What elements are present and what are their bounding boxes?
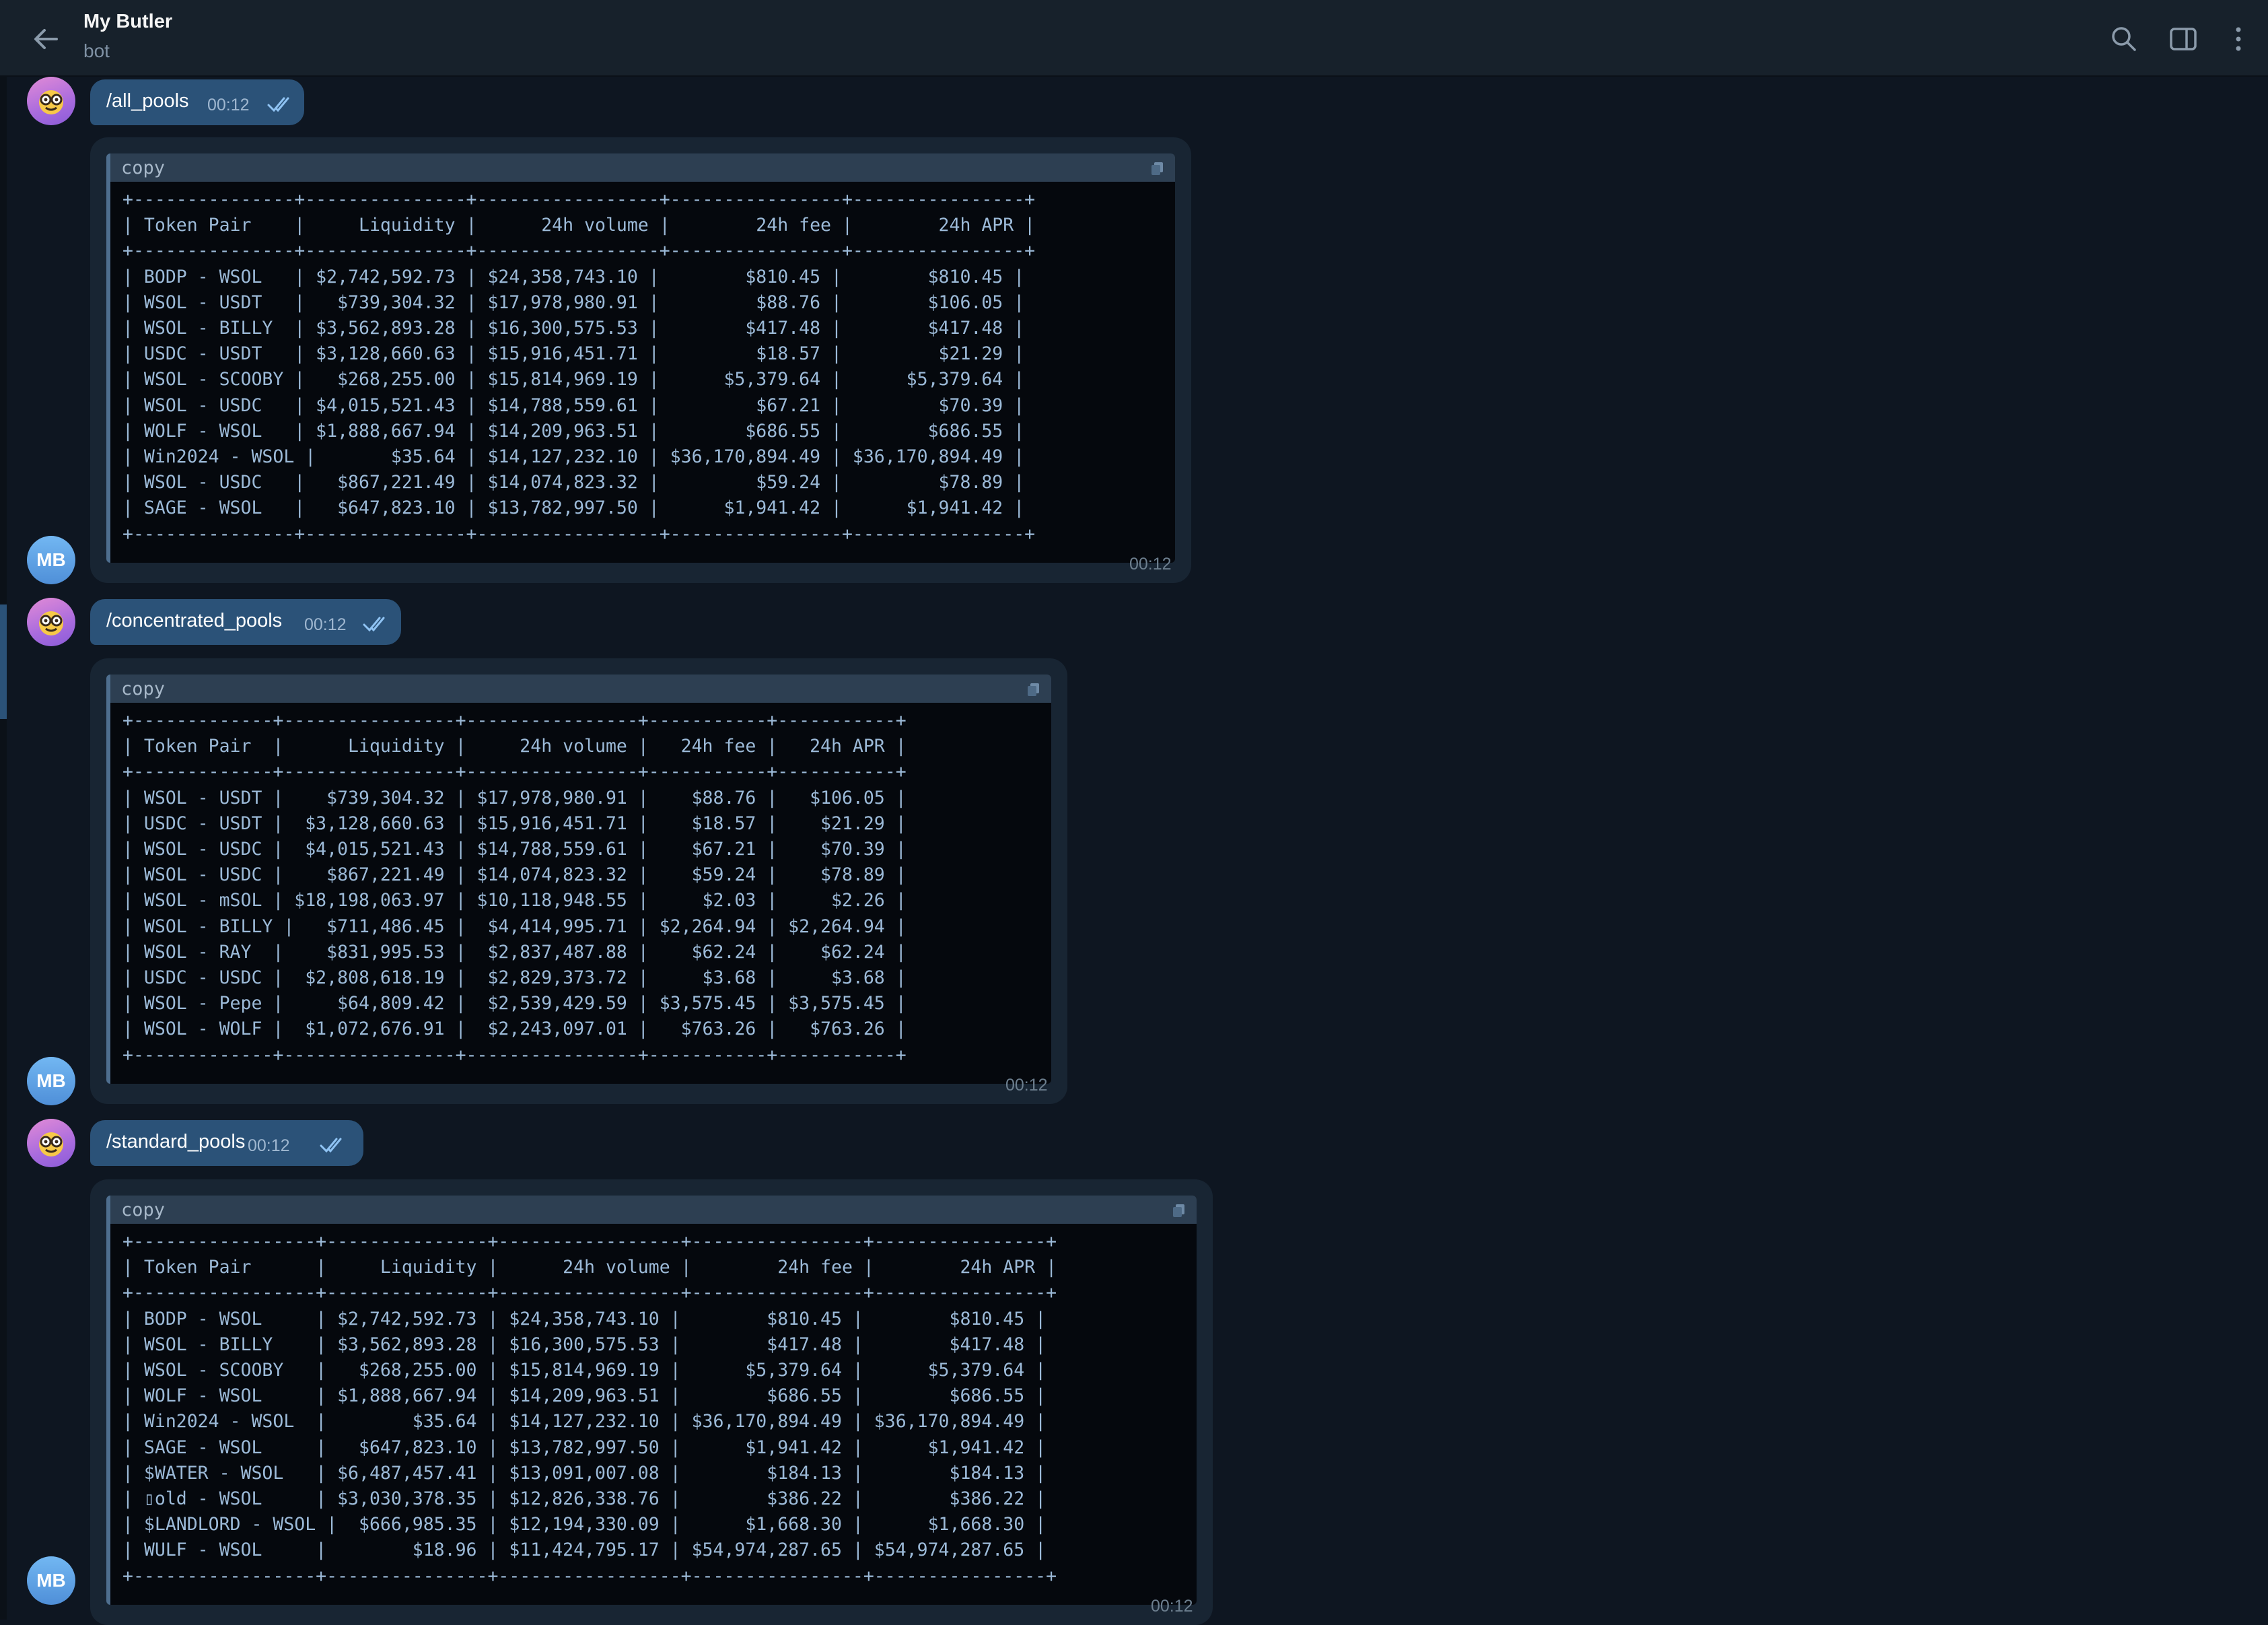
copy-label[interactable]: copy [121,158,165,178]
chat-title[interactable]: My Butler [83,11,172,33]
copy-icon[interactable] [1026,681,1042,697]
outgoing-message[interactable]: /concentrated_pools 00:12 [90,599,401,645]
pools-table: +-------------+----------------+--------… [122,710,907,1066]
more-vertical-icon[interactable] [2221,22,2256,57]
outgoing-message[interactable]: /all_pools 00:12 [90,79,304,125]
message-time: 00:12 [207,96,250,114]
command-text[interactable]: /concentrated_pools [106,610,282,632]
code-header: copy [110,153,1175,182]
back-arrow-icon[interactable] [27,20,65,58]
code-block[interactable]: copy +---------------+---------------+--… [106,153,1175,563]
double-check-icon [320,1138,342,1153]
copy-icon[interactable] [1171,1202,1187,1218]
bot-reply: copy +-------------+----------------+---… [90,658,1067,1104]
nerd-face-icon [39,611,63,635]
bot-reply: copy +---------------+---------------+--… [90,137,1191,583]
outgoing-message[interactable]: /standard_pools 00:12 [90,1120,363,1166]
chat-subtitle: bot [83,40,110,61]
chat-list-edge [0,77,7,1620]
bot-avatar[interactable]: MB [27,1556,75,1605]
code-block[interactable]: copy +-------------+----------------+---… [106,675,1051,1084]
double-check-icon [363,617,385,632]
code-header: copy [110,675,1051,703]
chat-header: My Butler bot [0,0,2268,77]
reply-time: 00:12 [1129,555,1172,574]
code-block[interactable]: copy +-----------------+---------------+… [106,1196,1197,1605]
command-text[interactable]: /all_pools [106,90,189,112]
code-header: copy [110,1196,1197,1224]
copy-icon[interactable] [1149,160,1166,176]
user-avatar[interactable] [27,598,75,646]
reply-time: 00:12 [1151,1597,1193,1616]
bot-reply: copy +-----------------+---------------+… [90,1179,1213,1625]
command-text[interactable]: /standard_pools [106,1131,245,1153]
copy-label[interactable]: copy [121,679,165,699]
search-icon[interactable] [2106,22,2141,57]
message-time: 00:12 [304,615,347,634]
copy-label[interactable]: copy [121,1200,165,1220]
sidebar-toggle-icon[interactable] [2166,22,2201,57]
nerd-face-icon [39,1132,63,1156]
bot-avatar[interactable]: MB [27,1057,75,1105]
bot-avatar[interactable]: MB [27,536,75,584]
user-avatar[interactable] [27,77,75,125]
double-check-icon [267,97,289,112]
reply-time: 00:12 [1005,1076,1048,1095]
pools-table: +---------------+---------------+-------… [122,189,1036,545]
message-time: 00:12 [248,1136,290,1155]
scroll-indicator [0,604,7,719]
user-avatar[interactable] [27,1119,75,1167]
nerd-face-icon [39,90,63,114]
pools-table: +-----------------+---------------+-----… [122,1231,1057,1587]
